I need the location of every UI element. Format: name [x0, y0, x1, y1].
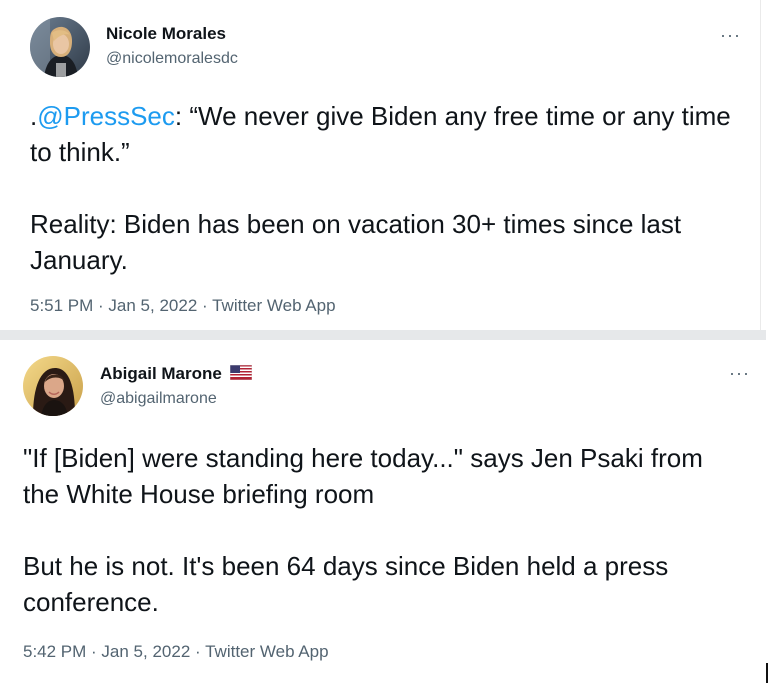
tweet-paragraph: "If [Biden] were standing here today..."…	[23, 443, 703, 509]
tweet-paragraph: .@PressSec: “We never give Biden any fre…	[30, 98, 750, 170]
name-row: Abigail Marone	[100, 364, 253, 384]
tweet-divider	[0, 330, 766, 340]
tweet-meta: 5:42 PM · Jan 5, 2022 · Twitter Web App	[23, 642, 329, 662]
avatar-photo	[23, 356, 83, 416]
tweet-source[interactable]: Twitter Web App	[205, 642, 328, 661]
tweet-date[interactable]: Jan 5, 2022	[101, 642, 190, 661]
user-handle[interactable]: @nicolemoralesdc	[106, 50, 238, 68]
avatar[interactable]	[23, 356, 83, 416]
column-border	[760, 0, 761, 330]
display-name[interactable]: Abigail Marone	[100, 364, 222, 383]
tweet-text: "If [Biden] were standing here today..."…	[23, 440, 743, 620]
tweet-meta: 5:51 PM · Jan 5, 2022 · Twitter Web App	[30, 296, 336, 316]
text-cursor	[766, 663, 768, 683]
more-horizontal-icon[interactable]: ···	[720, 26, 741, 44]
meta-separator: ·	[190, 642, 206, 661]
tweet-time[interactable]: 5:51 PM	[30, 296, 93, 315]
mention-link[interactable]: @PressSec	[37, 101, 175, 131]
more-horizontal-icon[interactable]: ···	[729, 364, 750, 382]
display-name[interactable]: Nicole Morales	[106, 24, 226, 44]
tweet-source[interactable]: Twitter Web App	[212, 296, 335, 315]
avatar[interactable]	[30, 17, 90, 77]
tweet-date[interactable]: Jan 5, 2022	[108, 296, 197, 315]
user-handle[interactable]: @abigailmarone	[100, 390, 217, 408]
avatar-photo	[30, 17, 90, 77]
tweet-time[interactable]: 5:42 PM	[23, 642, 86, 661]
tweet-card[interactable]: Nicole Morales @nicolemoralesdc ··· .@Pr…	[0, 0, 760, 330]
meta-separator: ·	[86, 642, 102, 661]
tweet-text: .@PressSec: “We never give Biden any fre…	[30, 98, 750, 278]
us-flag-icon	[230, 365, 253, 380]
tweet-paragraph: Reality: Biden has been on vacation 30+ …	[30, 209, 682, 275]
tweet-paragraph: But he is not. It's been 64 days since B…	[23, 551, 669, 617]
meta-separator: ·	[93, 296, 109, 315]
meta-separator: ·	[197, 296, 213, 315]
